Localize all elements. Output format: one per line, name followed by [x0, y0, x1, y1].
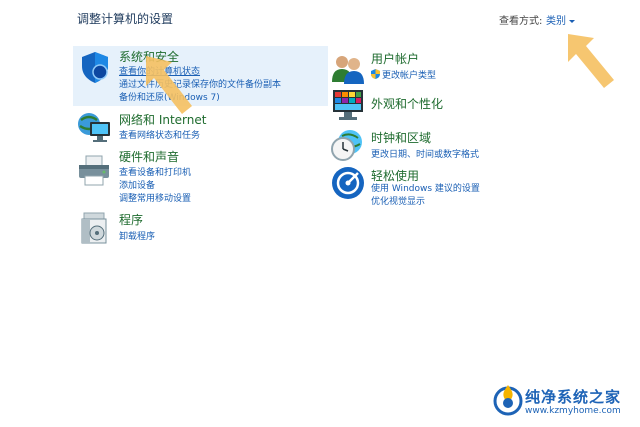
users-icon[interactable]: [331, 52, 365, 86]
appearance-icon[interactable]: [331, 88, 365, 122]
link-view-computer-status[interactable]: 查看你的计算机状态: [119, 64, 200, 77]
page-title: 调整计算机的设置: [77, 12, 174, 26]
link-add-device[interactable]: 添加设备: [119, 178, 155, 191]
view-by-value: 类别: [546, 16, 566, 27]
watermark-text: 纯净系统之家: [525, 388, 622, 406]
link-optimize-display[interactable]: 优化视觉显示: [371, 194, 425, 207]
programs-icon[interactable]: [78, 211, 112, 245]
link-change-date-time-format[interactable]: 更改日期、时间或数字格式: [371, 147, 479, 160]
pointer-arrow-right: [568, 34, 614, 88]
category-system-security[interactable]: 系统和安全: [119, 48, 179, 65]
link-mobility-settings[interactable]: 调整常用移动设置: [119, 191, 191, 204]
category-network-internet[interactable]: 网络和 Internet: [119, 111, 206, 128]
chevron-down-icon: [569, 19, 575, 23]
category-programs[interactable]: 程序: [119, 211, 143, 228]
view-by-dropdown[interactable]: 类别: [546, 12, 575, 27]
watermark-logo-icon: [493, 385, 523, 416]
category-appearance[interactable]: 外观和个性化: [371, 95, 443, 112]
link-network-status[interactable]: 查看网络状态和任务: [119, 128, 200, 141]
link-devices-printers[interactable]: 查看设备和打印机: [119, 165, 191, 178]
printer-icon[interactable]: [76, 152, 110, 186]
link-uninstall-program[interactable]: 卸载程序: [119, 229, 155, 242]
category-user-accounts[interactable]: 用户帐户: [371, 50, 419, 67]
link-backup-restore[interactable]: 备份和还原(Windows 7): [119, 90, 220, 103]
link-recommended-settings[interactable]: 使用 Windows 建议的设置: [371, 181, 480, 194]
link-change-account-type-label: 更改帐户类型: [382, 71, 437, 81]
category-clock-region[interactable]: 时钟和区域: [371, 129, 431, 146]
shield-icon[interactable]: [78, 50, 112, 84]
ease-of-access-icon[interactable]: [331, 166, 365, 200]
network-icon[interactable]: [76, 110, 110, 144]
link-file-history-backup[interactable]: 通过文件历史记录保存你的文件备份副本: [119, 77, 281, 90]
clock-icon[interactable]: [330, 128, 364, 162]
link-change-account-type[interactable]: 更改帐户类型: [371, 68, 436, 81]
watermark-url: www.kzmyhome.com: [525, 406, 621, 416]
category-hardware-sound[interactable]: 硬件和声音: [119, 148, 179, 165]
view-by-label: 查看方式:: [499, 16, 543, 27]
uac-shield-icon: [371, 69, 380, 79]
